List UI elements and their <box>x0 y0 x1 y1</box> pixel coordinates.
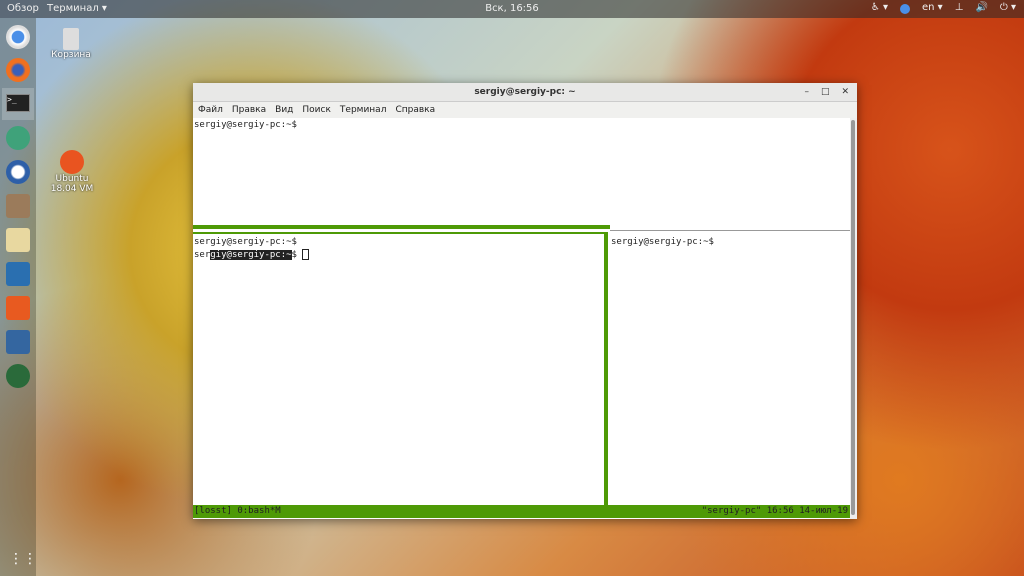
trash-label: Корзина <box>51 50 91 60</box>
right-pane-prompt[interactable]: sergiy@sergiy-pc:~$ <box>611 237 714 247</box>
writer-icon[interactable] <box>6 262 30 286</box>
software-center-icon[interactable] <box>6 296 30 320</box>
maximize-button[interactable]: □ <box>821 83 830 102</box>
volume-icon[interactable]: 🔊 <box>975 2 987 14</box>
prompt-text: $ <box>291 250 303 260</box>
close-button[interactable]: ✕ <box>841 83 849 102</box>
dock: >_ ⋮⋮ <box>0 18 37 576</box>
accessibility-icon[interactable]: ♿ ▾ <box>871 2 888 14</box>
atom-icon[interactable] <box>6 126 30 150</box>
chrome-icon[interactable] <box>6 25 30 49</box>
minimize-button[interactable]: – <box>804 83 809 102</box>
virtualbox-icon[interactable] <box>6 330 30 354</box>
rhythmbox-icon[interactable] <box>6 228 30 252</box>
thunderbird-icon[interactable] <box>6 160 30 184</box>
title-bar[interactable]: sergiy@sergiy-pc: ~ – □ ✕ <box>193 83 857 102</box>
top-pane-prompt[interactable]: sergiy@sergiy-pc:~$ <box>194 120 297 130</box>
left-pane-prompt-2[interactable]: sergiy@sergiy-pc:~$ <box>194 249 310 260</box>
pane-border-top[interactable] <box>193 225 610 229</box>
menu-view[interactable]: Вид <box>275 102 293 118</box>
window-title: sergiy@sergiy-pc: ~ <box>474 87 576 97</box>
pane-border-active[interactable] <box>193 232 608 234</box>
language-menu[interactable]: en ▾ <box>922 2 943 14</box>
menu-file[interactable]: Файл <box>198 102 223 118</box>
trash-desktop-icon[interactable]: Корзина <box>48 28 94 60</box>
prompt-text: ser <box>194 250 211 260</box>
menu-search[interactable]: Поиск <box>302 102 331 118</box>
chrome-indicator-icon[interactable] <box>900 4 911 14</box>
show-apps-icon[interactable]: ⋮⋮ <box>9 550 37 568</box>
pane-border-right[interactable] <box>610 230 850 231</box>
cursor <box>302 249 310 260</box>
vm-label-1: Ubuntu <box>55 174 89 184</box>
tmux-session: [losst] 0:bash*M <box>194 506 281 516</box>
terminal-icon[interactable]: >_ <box>2 88 34 120</box>
scrollbar[interactable] <box>850 118 857 519</box>
power-icon[interactable]: ⏻ ▾ <box>1000 2 1016 14</box>
menu-help[interactable]: Справка <box>395 102 435 118</box>
tmux-status-bar: [losst] 0:bash*M "sergiy-pc" 16:56 14-ию… <box>193 505 850 518</box>
ubuntu-icon <box>60 150 84 174</box>
trash-icon <box>63 28 79 50</box>
network-icon[interactable]: ⊥ <box>955 2 964 14</box>
left-pane-prompt-1[interactable]: sergiy@sergiy-pc:~$ <box>194 237 297 247</box>
top-bar: Обзор Терминал ▾ Вск, 16:56 ♿ ▾ en ▾ ⊥ 🔊… <box>0 0 1024 18</box>
pane-border-vertical[interactable] <box>604 232 608 505</box>
settings-icon[interactable] <box>6 364 30 388</box>
menu-bar: Файл Правка Вид Поиск Терминал Справка <box>193 102 857 118</box>
firefox-icon[interactable] <box>6 58 30 82</box>
vm-desktop-icon[interactable]: Ubuntu 18.04 VM <box>46 150 98 194</box>
menu-edit[interactable]: Правка <box>232 102 266 118</box>
terminal-window: sergiy@sergiy-pc: ~ – □ ✕ Файл Правка Вид … <box>193 83 857 519</box>
vm-label-2: 18.04 VM <box>50 184 94 194</box>
selected-text: giy@sergiy-pc:~ <box>210 250 292 260</box>
files-icon[interactable] <box>6 194 30 218</box>
menu-terminal[interactable]: Терминал <box>340 102 387 118</box>
tmux-status-right: "sergiy-pc" 16:56 14-июл-19 <box>701 506 848 516</box>
